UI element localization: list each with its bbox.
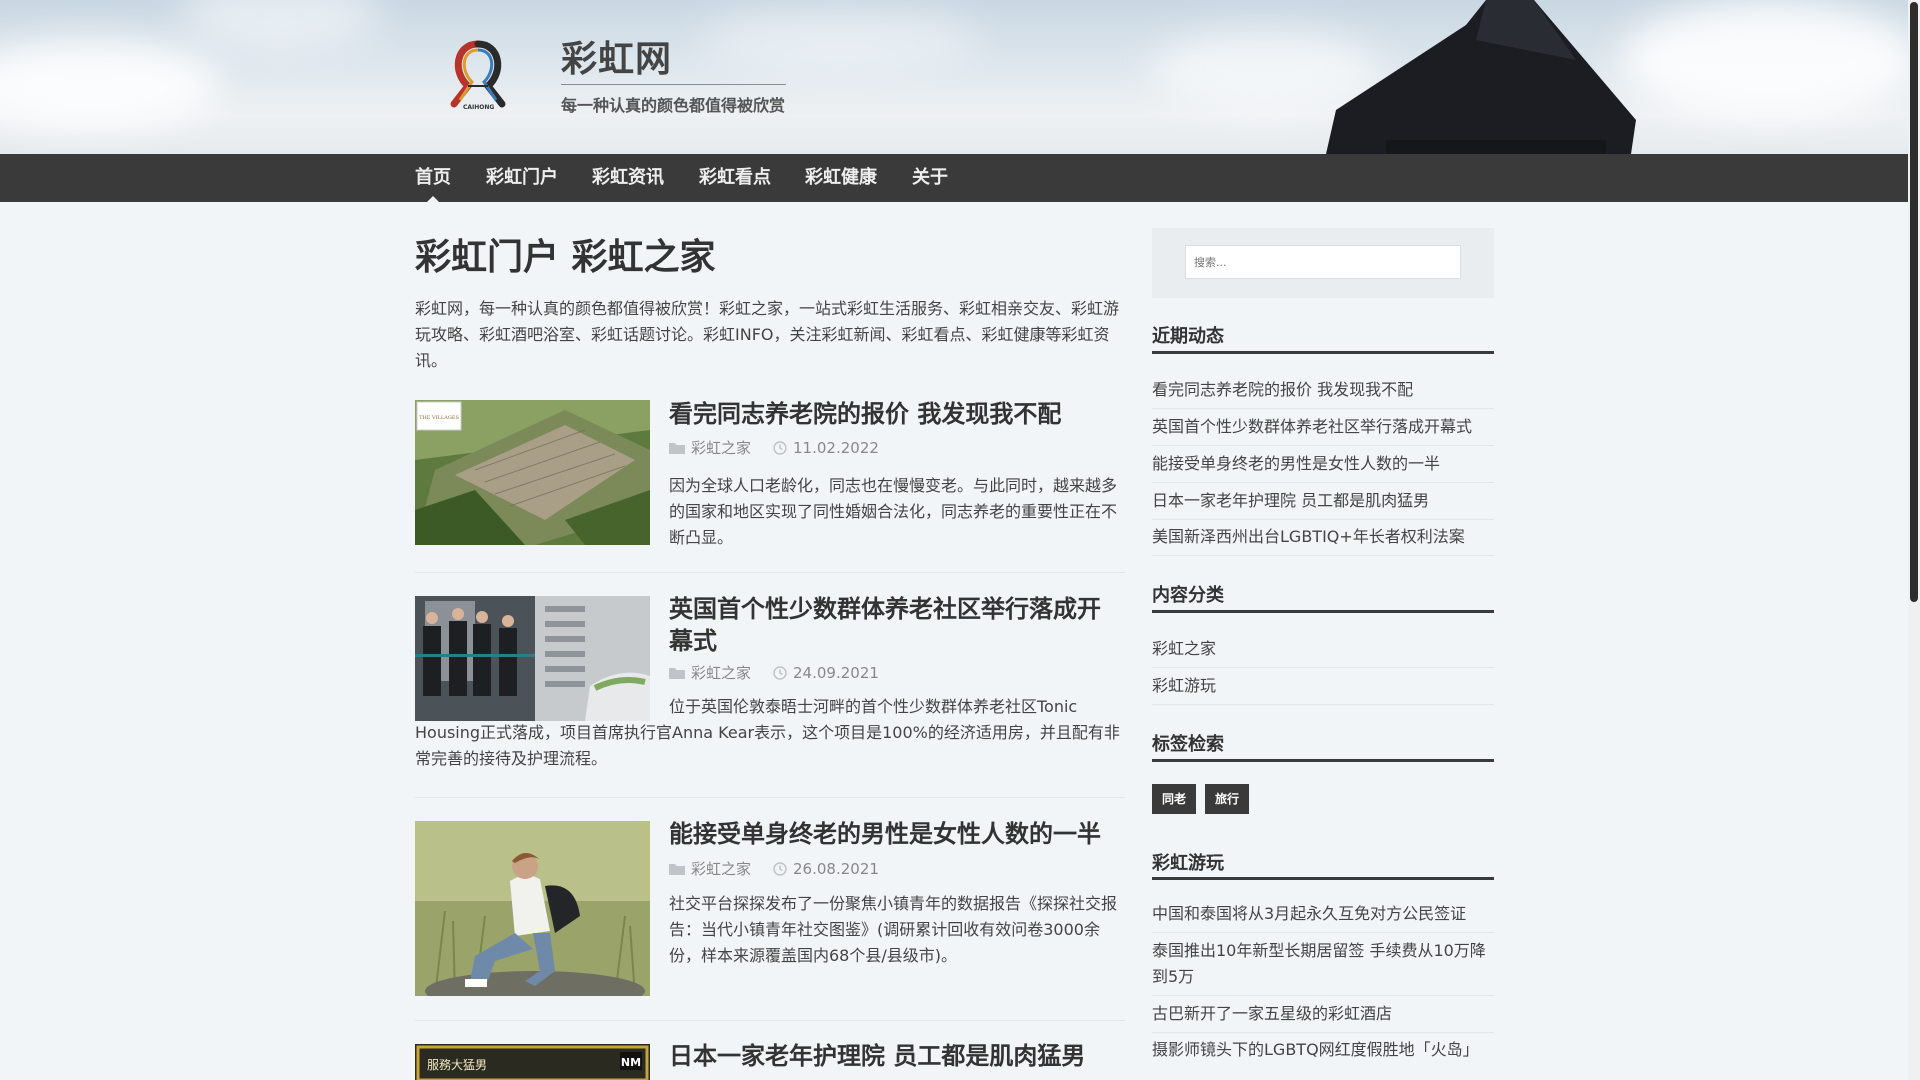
nav-item-health[interactable]: 彩虹健康 [805,154,877,202]
recent-post-link[interactable]: 英国首个性少数群体养老社区举行落成开幕式 [1152,414,1494,440]
clock-icon [773,440,787,455]
nav-item-highlights[interactable]: 彩虹看点 [699,154,771,202]
widget-separator [1152,667,1494,668]
nav-item-home[interactable]: 首页 [415,154,451,202]
main-nav: 首页 彩虹门户 彩虹资讯 彩虹看点 彩虹健康 关于 [0,154,1908,202]
widget-rule [1152,610,1494,613]
page-title: 彩虹门户 彩虹之家 [415,237,716,278]
logo-text: CAIHONG [463,104,495,111]
post-category[interactable]: 彩虹之家 [691,662,751,683]
widget-separator [1152,482,1494,483]
thumb-label: 服務大猛男 [427,1058,487,1072]
nav-item-news[interactable]: 彩虹资讯 [592,154,664,202]
thumb-logo: NM [621,1056,641,1069]
folder-icon [669,668,685,679]
travel-post-link[interactable]: 古巴新开了一家五星级的彩虹酒店 [1152,1001,1494,1027]
widget-rule [1152,877,1494,880]
post-excerpt: 位于英国伦敦泰晤士河畔的首个性少数群体养老社区Tonic Housing正式落成… [415,697,1120,768]
post-meta: 彩虹之家 24.09.2021 [669,662,879,683]
widget-rule [1152,759,1494,762]
nav-item-portal[interactable]: 彩虹门户 [486,154,558,202]
post-date: 26.08.2021 [793,859,879,878]
travel-post-link[interactable]: 摄影师镜头下的LGBTQ网红度假胜地「火岛」 [1152,1037,1494,1063]
page-scrollbar[interactable] [1908,0,1920,1080]
widget-title-travel: 彩虹游玩 [1152,853,1224,874]
post-divider [415,797,1125,798]
post-date: 11.02.2022 [793,438,879,457]
widget-separator [1152,1032,1494,1033]
recent-post-link[interactable]: 美国新泽西州出台LGBTIQ+年长者权利法案 [1152,524,1494,550]
category-link[interactable]: 彩虹游玩 [1152,673,1494,699]
travel-post-link[interactable]: 泰国推出10年新型长期居留签 手续费从10万降到5万 [1152,938,1494,990]
widget-title-categories: 内容分类 [1152,585,1224,606]
post-thumbnail[interactable] [415,821,650,996]
post-category[interactable]: 彩虹之家 [691,437,751,458]
search-input[interactable] [1185,245,1461,279]
folder-icon [669,864,685,875]
page-intro: 彩虹网，每一种认真的颜色都值得被欣赏！彩虹之家，一站式彩虹生活服务、彩虹相亲交友… [415,299,1120,370]
post-thumbnail[interactable]: 服務大猛男 NM [415,1044,650,1080]
post-meta: 彩虹之家 26.08.2021 [669,858,879,879]
post-title[interactable]: 看完同志养老院的报价 我发现我不配 [669,398,1124,430]
category-link[interactable]: 彩虹之家 [1152,636,1494,662]
post-excerpt: 因为全球人口老龄化，同志也在慢慢变老。与此同时，越来越多的国家和地区实现了同性婚… [669,476,1118,547]
building-image [1326,0,1636,154]
scrollbar-thumb[interactable] [1910,2,1918,602]
recent-post-link[interactable]: 日本一家老年护理院 员工都是肌肉猛男 [1152,488,1494,514]
post-category[interactable]: 彩虹之家 [691,858,751,879]
nav-item-about[interactable]: 关于 [912,154,948,202]
widget-title-recent: 近期动态 [1152,326,1224,347]
post-title[interactable]: 能接受单身终老的男性是女性人数的一半 [669,818,1124,850]
widget-title-tags: 标签检索 [1152,734,1224,755]
widget-separator [1152,555,1494,556]
tag-button[interactable]: 旅行 [1205,784,1250,814]
thumb-label: THE VILLAGES [419,415,459,421]
post-date: 24.09.2021 [793,663,879,682]
post-thumbnail[interactable]: THE VILLAGES [415,400,650,545]
tag-button[interactable]: 同老 [1152,784,1197,814]
site-logo [450,40,506,108]
search-widget [1152,228,1494,298]
widget-separator [1152,519,1494,520]
recent-post-link[interactable]: 能接受单身终老的男性是女性人数的一半 [1152,451,1494,477]
post-title[interactable]: 英国首个性少数群体养老社区举行落成开幕式 [669,593,1124,657]
site-title[interactable]: 彩虹网 [561,30,672,82]
widget-separator [1152,445,1494,446]
widget-separator [1152,408,1494,409]
title-divider [561,84,786,85]
widget-separator [1152,995,1494,996]
post-excerpt: 社交平台探探发布了一份聚焦小镇青年的数据报告《探探社交报告：当代小镇青年社交图鉴… [669,894,1118,965]
clock-icon [773,665,787,680]
folder-icon [669,443,685,454]
site-header: CAIHONG 彩虹网 每一种认真的颜色都值得被欣赏 [0,0,1908,154]
post-meta: 彩虹之家 11.02.2022 [669,437,879,458]
widget-separator [1152,932,1494,933]
recent-post-link[interactable]: 看完同志养老院的报价 我发现我不配 [1152,377,1494,403]
widget-separator [1152,704,1494,705]
post-title[interactable]: 日本一家老年护理院 员工都是肌肉猛男 [669,1040,1124,1072]
post-divider [415,1020,1125,1021]
clock-icon [773,861,787,876]
widget-rule [1152,351,1494,354]
travel-post-link[interactable]: 中国和泰国将从3月起永久互免对方公民签证 [1152,901,1494,927]
post-divider [415,572,1125,573]
site-tagline: 每一种认真的颜色都值得被欣赏 [561,96,786,115]
